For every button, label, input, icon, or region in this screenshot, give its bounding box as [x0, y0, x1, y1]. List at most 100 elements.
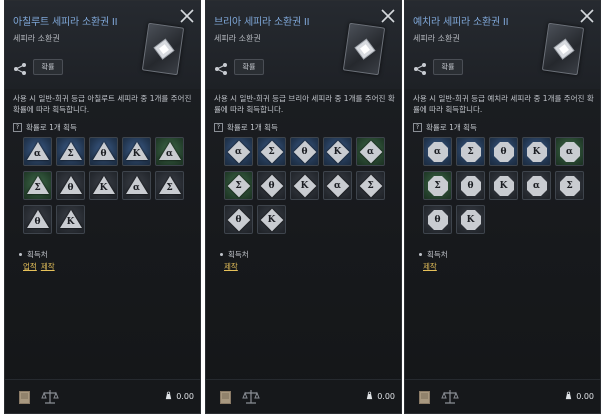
item-category: 세피라 소환권 — [214, 34, 261, 43]
reward-slot[interactable]: Σ — [423, 171, 452, 200]
reward-slot[interactable]: Σ — [257, 137, 286, 166]
acquisition-links: 업적 제작 — [23, 261, 59, 272]
weight-value: 0.00 — [576, 392, 594, 401]
sephira-glyph: Σ — [434, 180, 441, 191]
acquisition-link[interactable]: 제작 — [224, 262, 238, 271]
sephira-glyph: Κ — [300, 180, 309, 191]
probability-button[interactable]: 확률 — [33, 59, 63, 75]
tooltip-footer: 0.00 — [405, 379, 600, 413]
probability-button[interactable]: 확률 — [433, 59, 463, 75]
sephira-glyph: θ — [268, 180, 275, 191]
reward-slot[interactable]: θ — [423, 205, 452, 234]
close-icon[interactable] — [578, 7, 596, 25]
reward-slot[interactable]: Κ — [122, 137, 151, 166]
reward-slot[interactable]: Σ — [356, 171, 385, 200]
book-icon[interactable] — [417, 389, 433, 405]
probability-button[interactable]: 확률 — [234, 59, 264, 75]
reward-slot[interactable]: Σ — [155, 171, 184, 200]
acquisition-links: 제작 — [423, 261, 441, 272]
weight-value: 0.00 — [176, 392, 194, 401]
reward-slot[interactable]: θ — [56, 171, 85, 200]
reward-slot[interactable]: θ — [23, 205, 52, 234]
question-icon: ? — [214, 123, 223, 132]
reward-slot[interactable]: Κ — [456, 205, 485, 234]
acquisition-label: 획득처 — [419, 249, 448, 260]
weight-icon — [564, 391, 573, 402]
reward-slot[interactable]: θ — [456, 171, 485, 200]
reward-slot[interactable]: Κ — [323, 137, 352, 166]
close-icon[interactable] — [178, 7, 196, 25]
random-reward-label: ? 확률로 1개 획득 — [214, 122, 278, 133]
question-icon: ? — [413, 123, 422, 132]
reward-slot[interactable]: α — [122, 171, 151, 200]
sephira-glyph: Κ — [132, 148, 141, 159]
item-weight: 0.00 — [564, 391, 594, 402]
reward-slot[interactable]: α — [155, 137, 184, 166]
sephira-glyph: θ — [34, 216, 41, 227]
item-tooltip-panel: 아칠루트 세피라 소환권 II 세피라 소환권 확률 사용 시 일반-희귀 등급 아칠… — [4, 0, 201, 414]
acquisition-link[interactable]: 제작 — [41, 262, 55, 271]
share-icon[interactable] — [13, 61, 27, 75]
book-icon[interactable] — [17, 389, 33, 405]
sephira-glyph: Σ — [268, 146, 275, 157]
reward-slot[interactable]: α — [23, 137, 52, 166]
random-reward-label: ? 확률로 1개 획득 — [413, 122, 477, 133]
scale-icon[interactable] — [41, 388, 59, 406]
reward-slot[interactable]: θ — [489, 137, 518, 166]
random-reward-text: 확률로 1개 획득 — [426, 123, 477, 132]
item-title: 예치라 세피라 소환권 II — [413, 17, 509, 28]
reward-slot[interactable]: Σ — [23, 171, 52, 200]
reward-slot[interactable]: Σ — [224, 171, 253, 200]
sephira-glyph: α — [235, 146, 242, 157]
acquisition-link[interactable]: 업적 — [23, 262, 37, 271]
item-description: 사용 시 일반-희귀 등급 브리아 세피라 중 1개를 주어진 확률에 따라 획… — [214, 94, 395, 114]
reward-slot[interactable]: Κ — [89, 171, 118, 200]
reward-slot[interactable]: Κ — [489, 171, 518, 200]
reward-grid: α Σθ Κα Σθ Κα Σθ Κ — [224, 137, 394, 234]
reward-slot[interactable]: α — [522, 171, 551, 200]
sephira-glyph: Κ — [333, 146, 342, 157]
reward-slot[interactable]: Κ — [56, 205, 85, 234]
bullet-icon — [419, 253, 422, 256]
sephira-glyph: α — [34, 148, 41, 159]
summon-ticket-icon — [342, 22, 386, 76]
reward-slot[interactable]: Σ — [56, 137, 85, 166]
item-tooltip-panel: 브리아 세피라 소환권 II 세피라 소환권확률사용 시 일반-희귀 등급 브리아… — [205, 0, 402, 414]
close-icon[interactable] — [379, 7, 397, 25]
reward-slot[interactable]: θ — [224, 205, 253, 234]
random-reward-label: ? 확률로 1개 획득 — [13, 122, 77, 133]
reward-slot[interactable]: θ — [257, 171, 286, 200]
acquisition-text: 획득처 — [228, 250, 249, 259]
scale-icon[interactable] — [441, 388, 459, 406]
reward-slot[interactable]: Κ — [290, 171, 319, 200]
reward-slot[interactable]: Κ — [257, 205, 286, 234]
book-icon[interactable] — [218, 389, 234, 405]
reward-slot[interactable]: α — [555, 137, 584, 166]
item-tooltip-panel: 예치라 세피라 소환권 II 세피라 소환권 확률 사용 시 일반-희귀 등급 예치라… — [404, 0, 601, 414]
scale-icon[interactable] — [242, 388, 260, 406]
bullet-icon — [220, 253, 223, 256]
share-icon[interactable] — [413, 61, 427, 75]
sephira-glyph: α — [533, 180, 540, 191]
reward-slot[interactable]: θ — [89, 137, 118, 166]
sephira-glyph: Κ — [499, 180, 508, 191]
reward-slot[interactable]: α — [224, 137, 253, 166]
reward-slot[interactable]: α — [423, 137, 452, 166]
item-title: 브리아 세피라 소환권 II — [214, 17, 310, 28]
sephira-glyph: α — [566, 146, 573, 157]
share-icon[interactable] — [214, 61, 228, 75]
reward-slot[interactable]: θ — [290, 137, 319, 166]
sephira-glyph: Κ — [532, 146, 541, 157]
reward-slot[interactable]: α — [323, 171, 352, 200]
item-weight: 0.00 — [365, 391, 395, 402]
reward-slot[interactable]: Κ — [522, 137, 551, 166]
reward-slot[interactable]: α — [356, 137, 385, 166]
item-title: 아칠루트 세피라 소환권 II — [13, 17, 118, 28]
sephira-glyph: Κ — [267, 214, 276, 225]
reward-slot[interactable]: Σ — [555, 171, 584, 200]
reward-slot[interactable]: Σ — [456, 137, 485, 166]
acquisition-text: 획득처 — [27, 250, 48, 259]
random-reward-text: 확률로 1개 획득 — [26, 123, 77, 132]
acquisition-link[interactable]: 제작 — [423, 262, 437, 271]
item-weight: 0.00 — [164, 391, 194, 402]
